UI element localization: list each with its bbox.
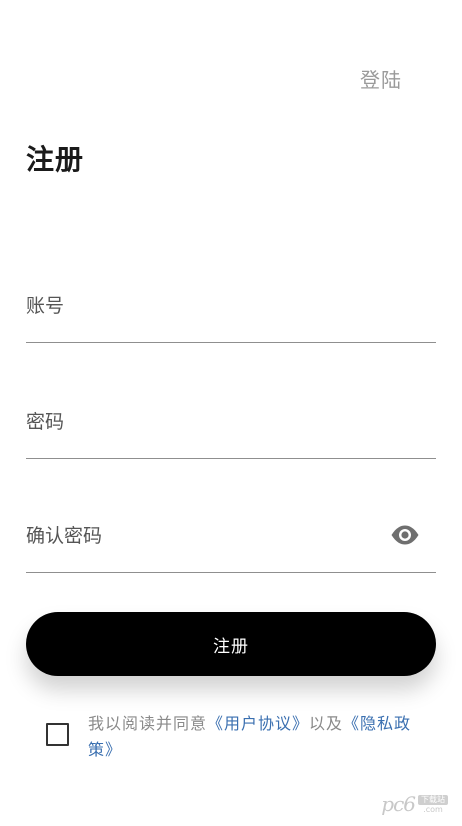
confirm-password-field [26,516,436,573]
watermark-badge: 下载站 .com [418,794,448,814]
watermark-badge-text: 下载站 [418,794,448,805]
agreement-text: 我以阅读并同意《用户协议》以及《隐私政策》 [88,711,436,763]
password-input[interactable] [26,402,366,442]
password-field [26,402,436,459]
agree-checkbox[interactable] [46,723,69,746]
account-input[interactable] [26,286,366,326]
account-field [26,286,436,343]
watermark: pc6 下载站 .com [381,792,448,816]
agreement-prefix: 我以阅读并同意 [88,714,208,733]
eye-icon[interactable] [390,524,420,546]
page-title: 注册 [26,143,85,176]
register-button[interactable]: 注册 [26,612,436,676]
watermark-domain: .com [423,804,443,814]
user-agreement-link[interactable]: 《用户协议》 [207,714,309,733]
agreement-connector: 以及 [309,714,344,733]
watermark-logo: pc6 [381,792,416,816]
confirm-password-input[interactable] [26,516,366,556]
login-link[interactable]: 登陆 [360,64,402,93]
